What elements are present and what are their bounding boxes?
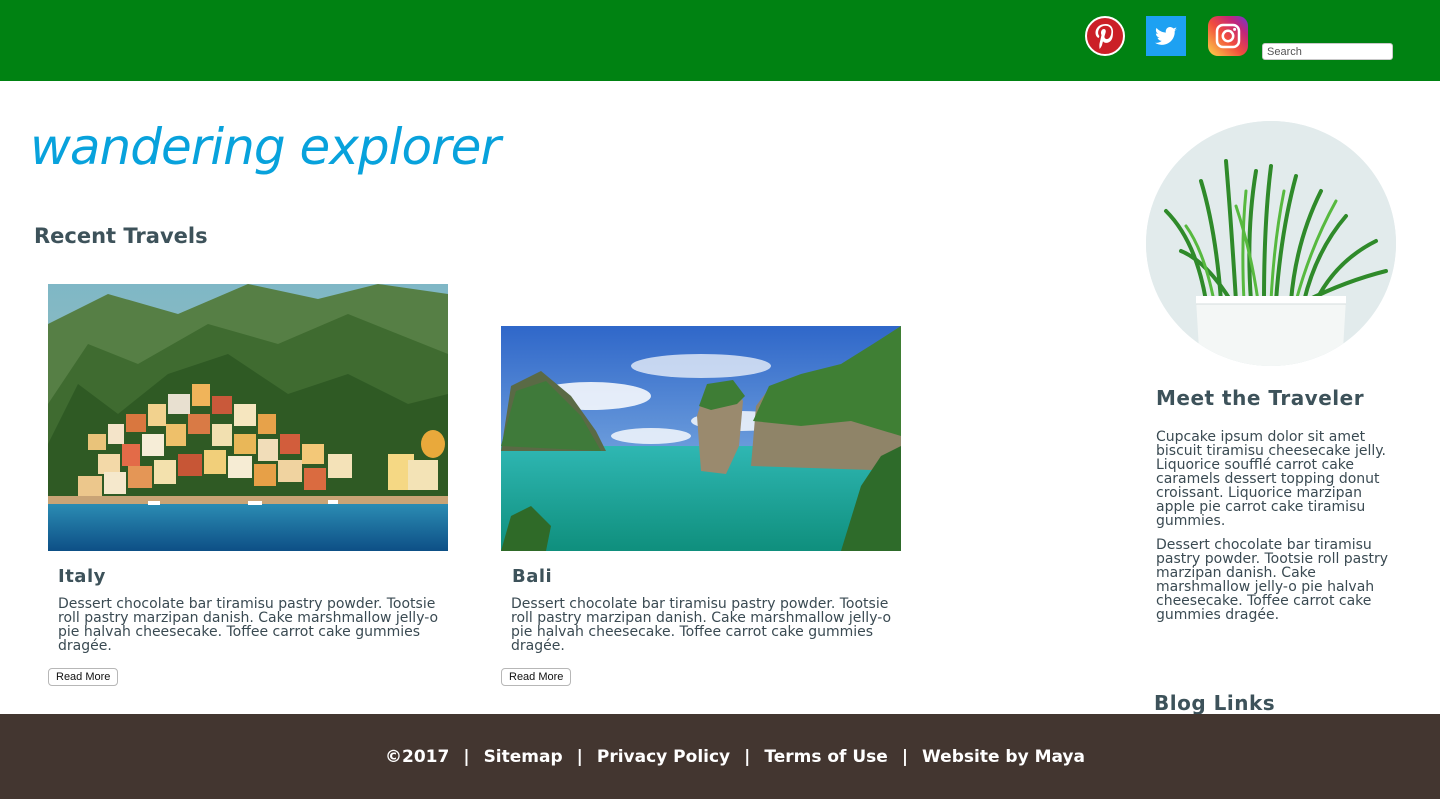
footer-copyright: ©2017 <box>385 746 450 767</box>
pinterest-icon[interactable] <box>1085 16 1125 56</box>
twitter-icon[interactable] <box>1146 16 1186 56</box>
footer: ©2017 | Sitemap | Privacy Policy | Terms… <box>0 714 1440 799</box>
traveler-bio-paragraph-2: Dessert chocolate bar tiramisu pastry po… <box>1156 537 1389 623</box>
card-title-italy: Italy <box>58 566 106 587</box>
italy-photo <box>48 284 448 551</box>
traveler-avatar <box>1146 121 1396 366</box>
blog-links-title: Blog Links <box>1154 691 1276 715</box>
footer-separator: | <box>576 746 583 767</box>
top-bar <box>0 0 1440 81</box>
footer-link-sitemap[interactable]: Sitemap <box>484 747 563 767</box>
read-more-button-italy[interactable]: Read More <box>48 668 119 686</box>
footer-separator: | <box>901 746 909 767</box>
card-text-italy: Dessert chocolate bar tiramisu pastry po… <box>58 596 439 654</box>
search-input[interactable] <box>1262 43 1393 60</box>
traveler-bio-paragraph-1: Cupcake ipsum dolor sit amet biscuit tir… <box>1156 429 1387 529</box>
bali-photo <box>501 326 901 551</box>
site-logo[interactable]: wandering explorer <box>30 118 501 176</box>
card-text-bali: Dessert chocolate bar tiramisu pastry po… <box>511 596 892 654</box>
section-title: Recent Travels <box>34 224 208 248</box>
meet-traveler-title: Meet the Traveler <box>1156 386 1365 410</box>
footer-link-terms-of-use[interactable]: Terms of Use <box>764 747 887 767</box>
card-title-bali: Bali <box>512 566 553 587</box>
footer-separator: | <box>463 746 470 767</box>
footer-link-privacy-policy[interactable]: Privacy Policy <box>597 747 730 767</box>
read-more-button-bali[interactable]: Read More <box>501 668 572 686</box>
footer-separator: | <box>744 746 751 767</box>
instagram-icon[interactable] <box>1208 16 1248 56</box>
footer-credit[interactable]: Website by Maya <box>922 747 1085 767</box>
